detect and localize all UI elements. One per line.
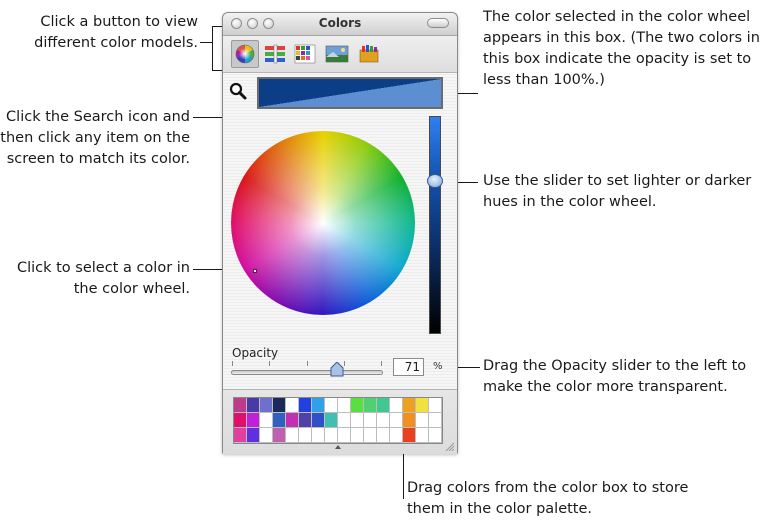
- opacity-slider-knob[interactable]: [330, 362, 344, 377]
- callout-opacity: Drag the Opacity slider to the left to m…: [483, 358, 747, 395]
- palette-swatch[interactable]: [260, 428, 273, 443]
- palette-swatch[interactable]: [299, 398, 312, 413]
- color-wheel-mode-button[interactable]: [231, 40, 259, 68]
- palette-swatch[interactable]: [338, 428, 351, 443]
- palette-swatch[interactable]: [312, 398, 325, 413]
- palette-swatch[interactable]: [429, 398, 442, 413]
- palette-swatch[interactable]: [325, 398, 338, 413]
- palette-swatch[interactable]: [390, 428, 403, 443]
- palette-swatch[interactable]: [312, 428, 325, 443]
- palette-drag-handle[interactable]: [335, 445, 341, 449]
- callout-search: Click the Search icon and then click any…: [0, 109, 190, 167]
- title-bar[interactable]: Colors: [223, 13, 457, 36]
- opacity-tick: [381, 361, 382, 366]
- color-wheel-icon: [235, 44, 255, 64]
- palette-swatch[interactable]: [338, 413, 351, 428]
- callout-wheel: Click to select a color in the color whe…: [16, 260, 190, 297]
- opacity-tick: [232, 361, 233, 366]
- wheel-selection-marker[interactable]: [253, 269, 257, 273]
- sliders-icon: [265, 44, 285, 64]
- color-sliders-mode-button[interactable]: [261, 40, 289, 68]
- window-title: Colors: [318, 16, 362, 30]
- opacity-label: Opacity: [232, 346, 279, 360]
- palette-swatch[interactable]: [377, 413, 390, 428]
- palette-swatch[interactable]: [351, 413, 364, 428]
- brightness-slider-knob[interactable]: [427, 174, 443, 188]
- palette-swatch[interactable]: [234, 398, 247, 413]
- palette-swatch[interactable]: [416, 398, 429, 413]
- crayons-icon: [359, 45, 379, 63]
- palette-swatch[interactable]: [351, 428, 364, 443]
- opacity-percent-label: %: [433, 361, 443, 372]
- palette-swatch[interactable]: [364, 398, 377, 413]
- opacity-slider[interactable]: [231, 370, 383, 375]
- palette-swatch[interactable]: [299, 413, 312, 428]
- opacity-value-field[interactable]: 71: [393, 358, 424, 376]
- opacity-tick: [344, 361, 345, 366]
- palette-swatch[interactable]: [247, 413, 260, 428]
- palette-swatch[interactable]: [390, 398, 403, 413]
- image-palettes-mode-button[interactable]: [323, 40, 351, 68]
- palette-swatch[interactable]: [416, 428, 429, 443]
- color-palette[interactable]: [233, 397, 443, 444]
- palette-swatch[interactable]: [273, 428, 286, 443]
- toolbar-toggle-button[interactable]: [427, 18, 449, 28]
- palette-swatch[interactable]: [247, 428, 260, 443]
- callout-brightness: Use the slider to set lighter or darker …: [483, 173, 752, 210]
- leader-mode-bracket-v: [212, 26, 213, 70]
- mode-toolbar: [223, 36, 457, 73]
- palette-swatch[interactable]: [364, 413, 377, 428]
- palette-swatch[interactable]: [390, 413, 403, 428]
- color-palette-area: [223, 389, 457, 454]
- palette-swatch[interactable]: [312, 413, 325, 428]
- color-picker-button[interactable]: [228, 81, 248, 101]
- palette-swatch[interactable]: [377, 398, 390, 413]
- palette-swatch[interactable]: [247, 398, 260, 413]
- palette-swatch[interactable]: [286, 398, 299, 413]
- palette-swatch[interactable]: [403, 428, 416, 443]
- palette-swatch[interactable]: [234, 428, 247, 443]
- callout-palette: Drag colors from the color box to store …: [407, 480, 689, 517]
- palette-swatch[interactable]: [338, 398, 351, 413]
- palette-swatch[interactable]: [260, 398, 273, 413]
- brightness-slider[interactable]: [429, 116, 441, 334]
- palette-swatch[interactable]: [351, 398, 364, 413]
- color-wheel[interactable]: [231, 131, 415, 315]
- palette-swatch[interactable]: [403, 413, 416, 428]
- palette-swatch[interactable]: [260, 413, 273, 428]
- palette-swatch[interactable]: [299, 428, 312, 443]
- magnifier-icon: [229, 82, 247, 100]
- palette-grid-icon: [294, 44, 316, 64]
- image-icon: [325, 45, 349, 63]
- opacity-tick: [269, 361, 270, 366]
- opacity-tick: [307, 361, 308, 366]
- callout-swatch: The color selected in the color wheel ap…: [483, 9, 760, 88]
- palette-swatch[interactable]: [325, 428, 338, 443]
- palette-swatch[interactable]: [273, 398, 286, 413]
- color-swatch[interactable]: [257, 77, 443, 109]
- palette-swatch[interactable]: [273, 413, 286, 428]
- palette-swatch[interactable]: [364, 428, 377, 443]
- palette-swatch[interactable]: [377, 428, 390, 443]
- callout-mode-buttons: Click a button to view different color m…: [34, 14, 198, 51]
- palette-swatch[interactable]: [325, 413, 338, 428]
- crayons-mode-button[interactable]: [355, 40, 383, 68]
- palette-swatch[interactable]: [286, 413, 299, 428]
- colors-panel: Colors Opacity 71 %: [222, 12, 458, 454]
- palette-swatch[interactable]: [429, 413, 442, 428]
- leader-mode-bracket-h: [200, 42, 212, 43]
- palette-swatch[interactable]: [429, 428, 442, 443]
- resize-grip-icon[interactable]: [444, 441, 454, 451]
- palette-swatch[interactable]: [286, 428, 299, 443]
- palette-swatch[interactable]: [416, 413, 429, 428]
- palette-swatch[interactable]: [403, 398, 416, 413]
- color-palettes-mode-button[interactable]: [291, 40, 319, 68]
- palette-swatch[interactable]: [234, 413, 247, 428]
